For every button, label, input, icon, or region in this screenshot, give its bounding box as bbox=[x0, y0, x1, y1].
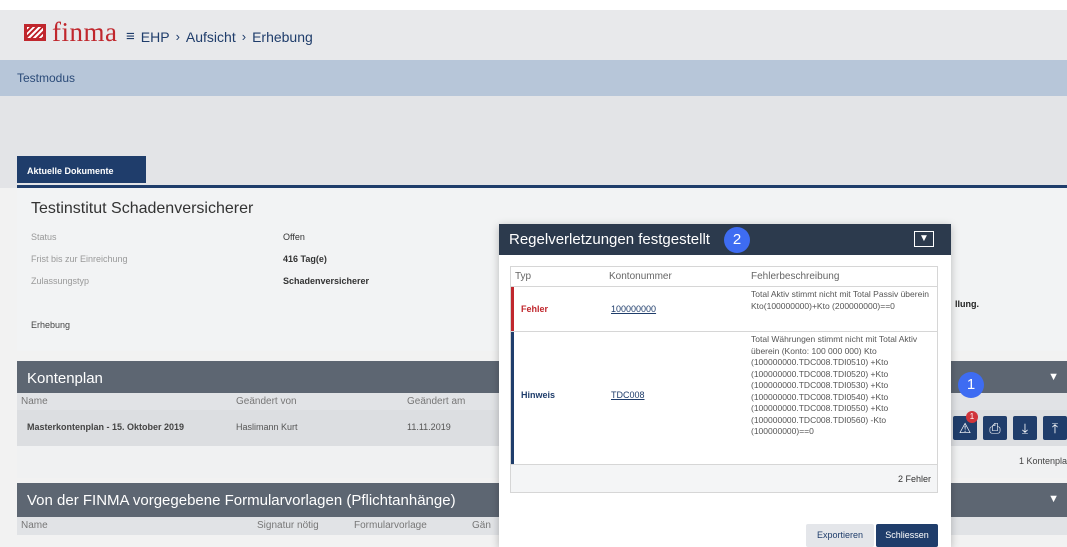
truncated-text: llung. bbox=[955, 299, 979, 309]
finma-logo-icon bbox=[24, 23, 46, 41]
error-marker bbox=[511, 287, 514, 331]
hint-marker bbox=[511, 332, 514, 464]
top-bar: finma ≡ EHP › Aufsicht › Erhebung bbox=[0, 0, 1067, 60]
tab-aktuelle-dokumente[interactable]: Aktuelle Dokumente bbox=[17, 156, 146, 183]
finma-logo[interactable]: finma bbox=[24, 17, 118, 47]
dialog-filter-icon[interactable]: ▼ bbox=[914, 231, 934, 247]
breadcrumb: ≡ EHP › Aufsicht › Erhebung bbox=[126, 28, 313, 45]
status-label: Status bbox=[31, 232, 57, 242]
filter-icon[interactable]: ▼ bbox=[1048, 371, 1059, 383]
row-typ: Fehler bbox=[521, 304, 549, 314]
table-row[interactable]: Fehler 100000000 Total Aktiv stimmt nich… bbox=[511, 287, 937, 332]
column-changed-by[interactable]: Geändert von bbox=[236, 396, 297, 407]
row-name: Masterkontenplan - 15. Oktober 2019 bbox=[27, 422, 185, 432]
export-button[interactable]: Exportieren bbox=[806, 524, 874, 547]
status-value: Offen bbox=[283, 232, 305, 242]
filter-icon[interactable]: ▼ bbox=[1048, 493, 1059, 505]
erhebung-label: Erhebung bbox=[31, 320, 71, 330]
row-konto-link[interactable]: TDC008 bbox=[611, 390, 645, 400]
kontenplan-title: Kontenplan bbox=[27, 370, 103, 387]
violations-table: Typ Kontonummer Fehlerbeschreibung Fehle… bbox=[510, 266, 938, 493]
breadcrumb-aufsicht[interactable]: Aufsicht bbox=[186, 29, 236, 45]
table-row[interactable]: Hinweis TDC008 Total Währungen stimmt ni… bbox=[511, 332, 937, 465]
type-value: Schadenversicherer bbox=[283, 276, 370, 286]
column-kontonummer[interactable]: Kontonummer bbox=[609, 271, 672, 282]
column-name[interactable]: Name bbox=[21, 396, 48, 407]
row-description: Total Aktiv stimmt nicht mit Total Passi… bbox=[751, 289, 929, 311]
rule-violation-dialog: Regelverletzungen festgestellt 2 ▼ Typ K… bbox=[499, 224, 951, 547]
row-konto-link[interactable]: 100000000 bbox=[611, 304, 656, 314]
row-changed-by: Haslimann Kurt bbox=[236, 422, 298, 432]
column-name[interactable]: Name bbox=[21, 520, 48, 531]
callout-2: 2 bbox=[724, 227, 750, 253]
print-icon[interactable]: ⎙ bbox=[983, 416, 1007, 440]
deadline-label: Frist bis zur Einreichung bbox=[31, 254, 128, 264]
row-description: Total Währungen stimmt nicht mit Total A… bbox=[751, 334, 918, 436]
error-count: 2 Fehler bbox=[897, 474, 931, 484]
download-icon[interactable]: ⤓ bbox=[1013, 416, 1037, 440]
column-fehlerbeschreibung[interactable]: Fehlerbeschreibung bbox=[751, 271, 839, 282]
testmode-banner: Testmodus bbox=[0, 60, 1067, 96]
document-title: Testinstitut Schadenversicherer bbox=[31, 200, 254, 217]
formular-title: Von der FINMA vorgegebene Formularvorlag… bbox=[27, 492, 456, 509]
close-button[interactable]: Schliessen bbox=[876, 524, 938, 547]
column-geaendert[interactable]: Gän bbox=[472, 520, 491, 531]
column-typ[interactable]: Typ bbox=[515, 271, 531, 282]
dialog-title: Regelverletzungen festgestellt bbox=[509, 231, 710, 248]
column-signatur[interactable]: Signatur nötig bbox=[257, 520, 319, 531]
upload-icon[interactable]: ⤒ bbox=[1043, 416, 1067, 440]
tab-strip: Aktuelle Dokumente bbox=[0, 96, 1067, 188]
row-changed-on: 11.11.2019 bbox=[407, 422, 451, 432]
breadcrumb-erhebung[interactable]: Erhebung bbox=[252, 29, 313, 45]
column-changed-on[interactable]: Geändert am bbox=[407, 396, 465, 407]
type-label: Zulassungstyp bbox=[31, 276, 90, 286]
chevron-right-icon: › bbox=[175, 29, 180, 44]
deadline-value: 416 Tag(e) bbox=[283, 254, 327, 264]
callout-1: 1 bbox=[958, 372, 984, 398]
error-count-badge: 1 bbox=[966, 411, 978, 423]
breadcrumb-ehp[interactable]: EHP bbox=[141, 29, 170, 45]
chevron-right-icon: › bbox=[241, 29, 247, 44]
testmode-label: Testmodus bbox=[17, 71, 76, 85]
kontenplan-count: 1 Kontenpla bbox=[1018, 456, 1067, 466]
logo-text: finma bbox=[52, 17, 118, 47]
column-formularvorlage[interactable]: Formularvorlage bbox=[354, 520, 427, 531]
violations-table-header: Typ Kontonummer Fehlerbeschreibung bbox=[511, 267, 937, 287]
row-typ: Hinweis bbox=[521, 390, 556, 400]
menu-icon[interactable]: ≡ bbox=[126, 28, 135, 45]
